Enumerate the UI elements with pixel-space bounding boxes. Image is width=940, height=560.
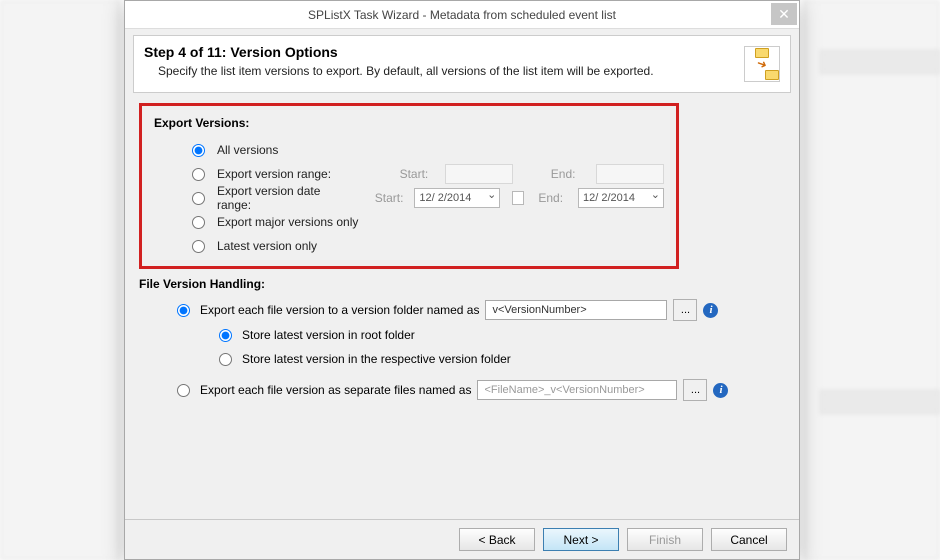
radio-date-range[interactable] <box>192 192 205 205</box>
cancel-button[interactable]: Cancel <box>711 528 787 551</box>
date-range-checkbox[interactable] <box>512 191 524 205</box>
finish-button[interactable]: Finish <box>627 528 703 551</box>
radio-all-versions[interactable] <box>192 144 205 157</box>
radio-store-respective[interactable] <box>219 353 232 366</box>
label-date-start: Start: <box>375 191 407 205</box>
label-export-to-folder: Export each file version to a version fo… <box>200 303 479 317</box>
radio-version-range[interactable] <box>192 168 205 181</box>
input-files-pattern[interactable] <box>477 380 677 400</box>
radio-export-as-files[interactable] <box>177 384 190 397</box>
browse-files-pattern-button[interactable]: ... <box>683 379 707 401</box>
input-folder-pattern[interactable] <box>485 300 667 320</box>
input-range-end[interactable] <box>596 164 664 184</box>
label-range-start: Start: <box>400 167 437 181</box>
label-all-versions: All versions <box>217 143 278 157</box>
label-date-range: Export version date range: <box>217 184 357 212</box>
input-date-start[interactable] <box>414 188 500 208</box>
step-description: Specify the list item versions to export… <box>158 64 780 78</box>
label-export-as-files: Export each file version as separate fil… <box>200 383 471 397</box>
radio-store-root[interactable] <box>219 329 232 342</box>
input-range-start[interactable] <box>445 164 513 184</box>
task-wizard-dialog: SPListX Task Wizard - Metadata from sche… <box>124 0 800 560</box>
export-versions-group: Export Versions: All versions Export ver… <box>139 103 679 269</box>
file-version-legend: File Version Handling: <box>139 277 785 291</box>
label-store-respective: Store latest version in the respective v… <box>242 352 511 366</box>
titlebar: SPListX Task Wizard - Metadata from sche… <box>125 1 799 29</box>
radio-latest-only[interactable] <box>192 240 205 253</box>
info-icon[interactable]: i <box>703 303 718 318</box>
wizard-button-bar: < Back Next > Finish Cancel <box>125 519 799 559</box>
next-button[interactable]: Next > <box>543 528 619 551</box>
label-date-end: End: <box>538 191 570 205</box>
radio-export-to-folder[interactable] <box>177 304 190 317</box>
wizard-step-header: Step 4 of 11: Version Options Specify th… <box>133 35 791 93</box>
label-major-only: Export major versions only <box>217 215 358 229</box>
step-heading: Step 4 of 11: Version Options <box>144 44 780 60</box>
label-latest-only: Latest version only <box>217 239 317 253</box>
close-button[interactable]: ✕ <box>771 3 797 25</box>
label-range-end: End: <box>551 167 588 181</box>
info-icon[interactable]: i <box>713 383 728 398</box>
wizard-folder-icon: ➜ <box>744 46 780 82</box>
close-icon: ✕ <box>778 6 790 23</box>
back-button[interactable]: < Back <box>459 528 535 551</box>
label-version-range: Export version range: <box>217 167 382 181</box>
label-store-root: Store latest version in root folder <box>242 328 415 342</box>
file-version-handling-group: File Version Handling: Export each file … <box>139 277 785 403</box>
radio-major-only[interactable] <box>192 216 205 229</box>
export-versions-legend: Export Versions: <box>154 116 664 130</box>
input-date-end[interactable] <box>578 188 664 208</box>
browse-folder-pattern-button[interactable]: ... <box>673 299 697 321</box>
dialog-title: SPListX Task Wizard - Metadata from sche… <box>308 8 616 22</box>
